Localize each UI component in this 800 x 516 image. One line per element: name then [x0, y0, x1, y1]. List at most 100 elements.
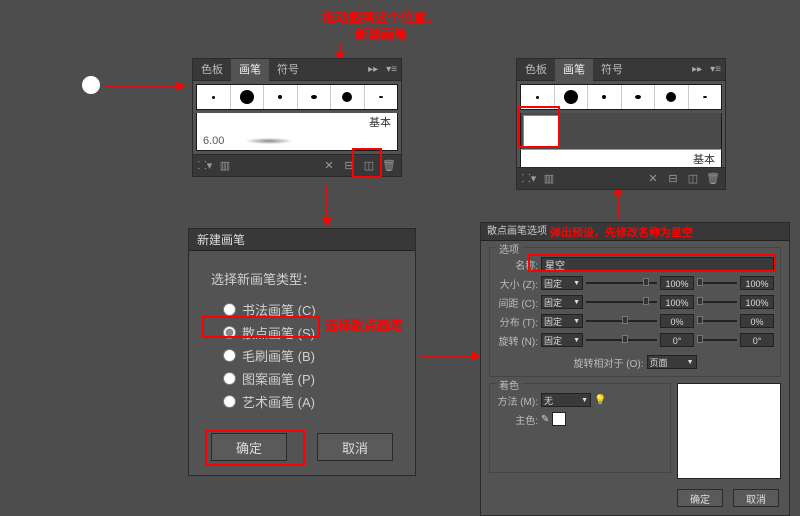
- brush-swatch[interactable]: [298, 85, 332, 109]
- size-label: 大小 (Z):: [496, 276, 538, 291]
- spacing-slider2[interactable]: [697, 300, 737, 304]
- anno-select-scatter: 选择散点画笔: [325, 318, 403, 335]
- tab-brushes[interactable]: 画笔: [555, 59, 593, 81]
- library-icon[interactable]: ⸬▾: [521, 171, 537, 187]
- ok-button[interactable]: 确定: [211, 433, 287, 461]
- spacing-mode[interactable]: 固定▼: [541, 295, 583, 309]
- radio-label: 图案画笔 (P): [242, 369, 315, 388]
- new-brush-row: [520, 113, 722, 149]
- brush-swatch[interactable]: [231, 85, 265, 109]
- eyedropper-icon[interactable]: ✎: [541, 414, 549, 425]
- panel-menu-icon[interactable]: ▾≡: [382, 64, 401, 75]
- radio-art[interactable]: 艺术画笔 (A): [223, 392, 393, 411]
- size-val2[interactable]: 100%: [740, 276, 774, 290]
- tab-swatches[interactable]: 色板: [193, 59, 231, 81]
- brush-swatch[interactable]: [521, 85, 555, 109]
- brush-swatch[interactable]: [264, 85, 298, 109]
- keycolor-label: 主色:: [496, 412, 538, 427]
- new-scatter-brush[interactable]: [523, 115, 559, 147]
- cancel-button[interactable]: 取消: [733, 489, 779, 507]
- rotation-slider2[interactable]: [697, 338, 737, 342]
- scatter-slider2[interactable]: [697, 319, 737, 323]
- delete-icon[interactable]: 🗑: [381, 158, 397, 174]
- brush-swatch[interactable]: [365, 85, 398, 109]
- radio-label: 艺术画笔 (A): [242, 392, 315, 411]
- anno-popup: 弹出预设，先修改名称为星空: [550, 226, 693, 240]
- scatter-options-dialog: 散点画笔选项 选项 名称: 大小 (Z): 固定▼ 100% 100% 间距 (…: [480, 222, 790, 516]
- cancel-button[interactable]: 取消: [317, 433, 393, 461]
- rotation-mode[interactable]: 固定▼: [541, 333, 583, 347]
- scatter-val[interactable]: 0%: [660, 314, 694, 328]
- scatter-slider[interactable]: [586, 319, 657, 323]
- rotation-slider[interactable]: [586, 338, 657, 342]
- options-icon[interactable]: ⊟: [341, 158, 357, 174]
- ok-button[interactable]: 确定: [677, 489, 723, 507]
- brush-row-label: 基本: [196, 113, 398, 131]
- brushes-panel-2: 色板 画笔 符号 ▸▸ ▾≡ 基本 ⸬▾ ▥ ✕ ⊟ ◫ 🗑: [516, 58, 726, 190]
- panel-menu-icon[interactable]: ▾≡: [706, 64, 725, 75]
- size-val[interactable]: 100%: [660, 276, 694, 290]
- brush-row-label: 基本: [520, 149, 722, 167]
- method-select[interactable]: 无▼: [541, 393, 591, 407]
- arrow-right-2: [420, 350, 480, 362]
- brush-swatch[interactable]: [555, 85, 589, 109]
- name-input[interactable]: [541, 257, 774, 271]
- panel-footer: ⸬▾ ▥ ✕ ⊟ ◫ 🗑: [517, 167, 725, 189]
- options-icon[interactable]: ⊟: [665, 171, 681, 187]
- libraries-icon[interactable]: ▥: [541, 171, 557, 187]
- group-label: 着色: [496, 377, 522, 392]
- tab-symbols[interactable]: 符号: [593, 59, 631, 81]
- brush-swatch[interactable]: [588, 85, 622, 109]
- panel-footer: ⸬▾ ▥ ✕ ⊟ ◫ 🗑: [193, 154, 401, 176]
- group-options: 选项 名称: 大小 (Z): 固定▼ 100% 100% 间距 (C): 固定▼…: [489, 247, 781, 377]
- remove-stroke-icon[interactable]: ✕: [645, 171, 661, 187]
- size-slider2[interactable]: [697, 281, 737, 285]
- method-label: 方法 (M):: [496, 393, 538, 408]
- scatter-mode[interactable]: 固定▼: [541, 314, 583, 328]
- basic-label: 基本: [369, 114, 391, 130]
- arrow-right-1: [105, 80, 185, 92]
- spacing-val[interactable]: 100%: [660, 295, 694, 309]
- brush-swatch[interactable]: [197, 85, 231, 109]
- size-slider[interactable]: [586, 281, 657, 285]
- dialog-title: 新建画笔: [189, 229, 415, 251]
- remove-stroke-icon[interactable]: ✕: [321, 158, 337, 174]
- scatter-val2[interactable]: 0%: [740, 314, 774, 328]
- panel-collapse-icon[interactable]: ▸▸: [688, 64, 706, 75]
- tab-brushes[interactable]: 画笔: [231, 59, 269, 81]
- brush-swatches: [196, 84, 398, 110]
- rotation-val[interactable]: 0°: [660, 333, 694, 347]
- rotation-rel[interactable]: 页面▼: [647, 355, 697, 369]
- spacing-slider[interactable]: [586, 300, 657, 304]
- delete-icon[interactable]: 🗑: [705, 171, 721, 187]
- radio-bristle[interactable]: 毛刷画笔 (B): [223, 346, 393, 365]
- library-icon[interactable]: ⸬▾: [197, 158, 213, 174]
- brush-swatch[interactable]: [655, 85, 689, 109]
- scatter-label: 分布 (T):: [496, 314, 538, 329]
- size-mode[interactable]: 固定▼: [541, 276, 583, 290]
- brush-swatch[interactable]: [622, 85, 656, 109]
- keycolor-swatch[interactable]: [552, 412, 566, 426]
- libraries-icon[interactable]: ▥: [217, 158, 233, 174]
- white-circle: [82, 76, 100, 94]
- rotation-val2[interactable]: 0°: [740, 333, 774, 347]
- brush-swatch[interactable]: [689, 85, 722, 109]
- tab-symbols[interactable]: 符号: [269, 59, 307, 81]
- group-color: 着色 方法 (M): 无▼ 💡 主色: ✎: [489, 383, 671, 473]
- radio-label: 散点画笔 (S): [242, 323, 315, 342]
- panel-collapse-icon[interactable]: ▸▸: [364, 64, 382, 75]
- radio-calligraphic[interactable]: 书法画笔 (C): [223, 300, 393, 319]
- brush-row-smear: 6.00: [196, 131, 398, 151]
- radio-pattern[interactable]: 图案画笔 (P): [223, 369, 393, 388]
- brushes-panel-1: 色板 画笔 符号 ▸▸ ▾≡ 基本 6.00 ⸬▾ ▥ ✕ ⊟ ◫ 🗑: [192, 58, 402, 177]
- anno-drag: 拖动圆到这个位置，新建画笔: [296, 10, 466, 44]
- brush-swatches: [520, 84, 722, 110]
- brush-swatch[interactable]: [331, 85, 365, 109]
- spacing-val2[interactable]: 100%: [740, 295, 774, 309]
- tip-icon[interactable]: 💡: [594, 395, 606, 406]
- arrow-down-1: [321, 186, 333, 226]
- new-brush-icon[interactable]: ◫: [685, 171, 701, 187]
- new-brush-icon[interactable]: ◫: [361, 158, 377, 174]
- panel-tabs: 色板 画笔 符号 ▸▸ ▾≡: [517, 59, 725, 81]
- tab-swatches[interactable]: 色板: [517, 59, 555, 81]
